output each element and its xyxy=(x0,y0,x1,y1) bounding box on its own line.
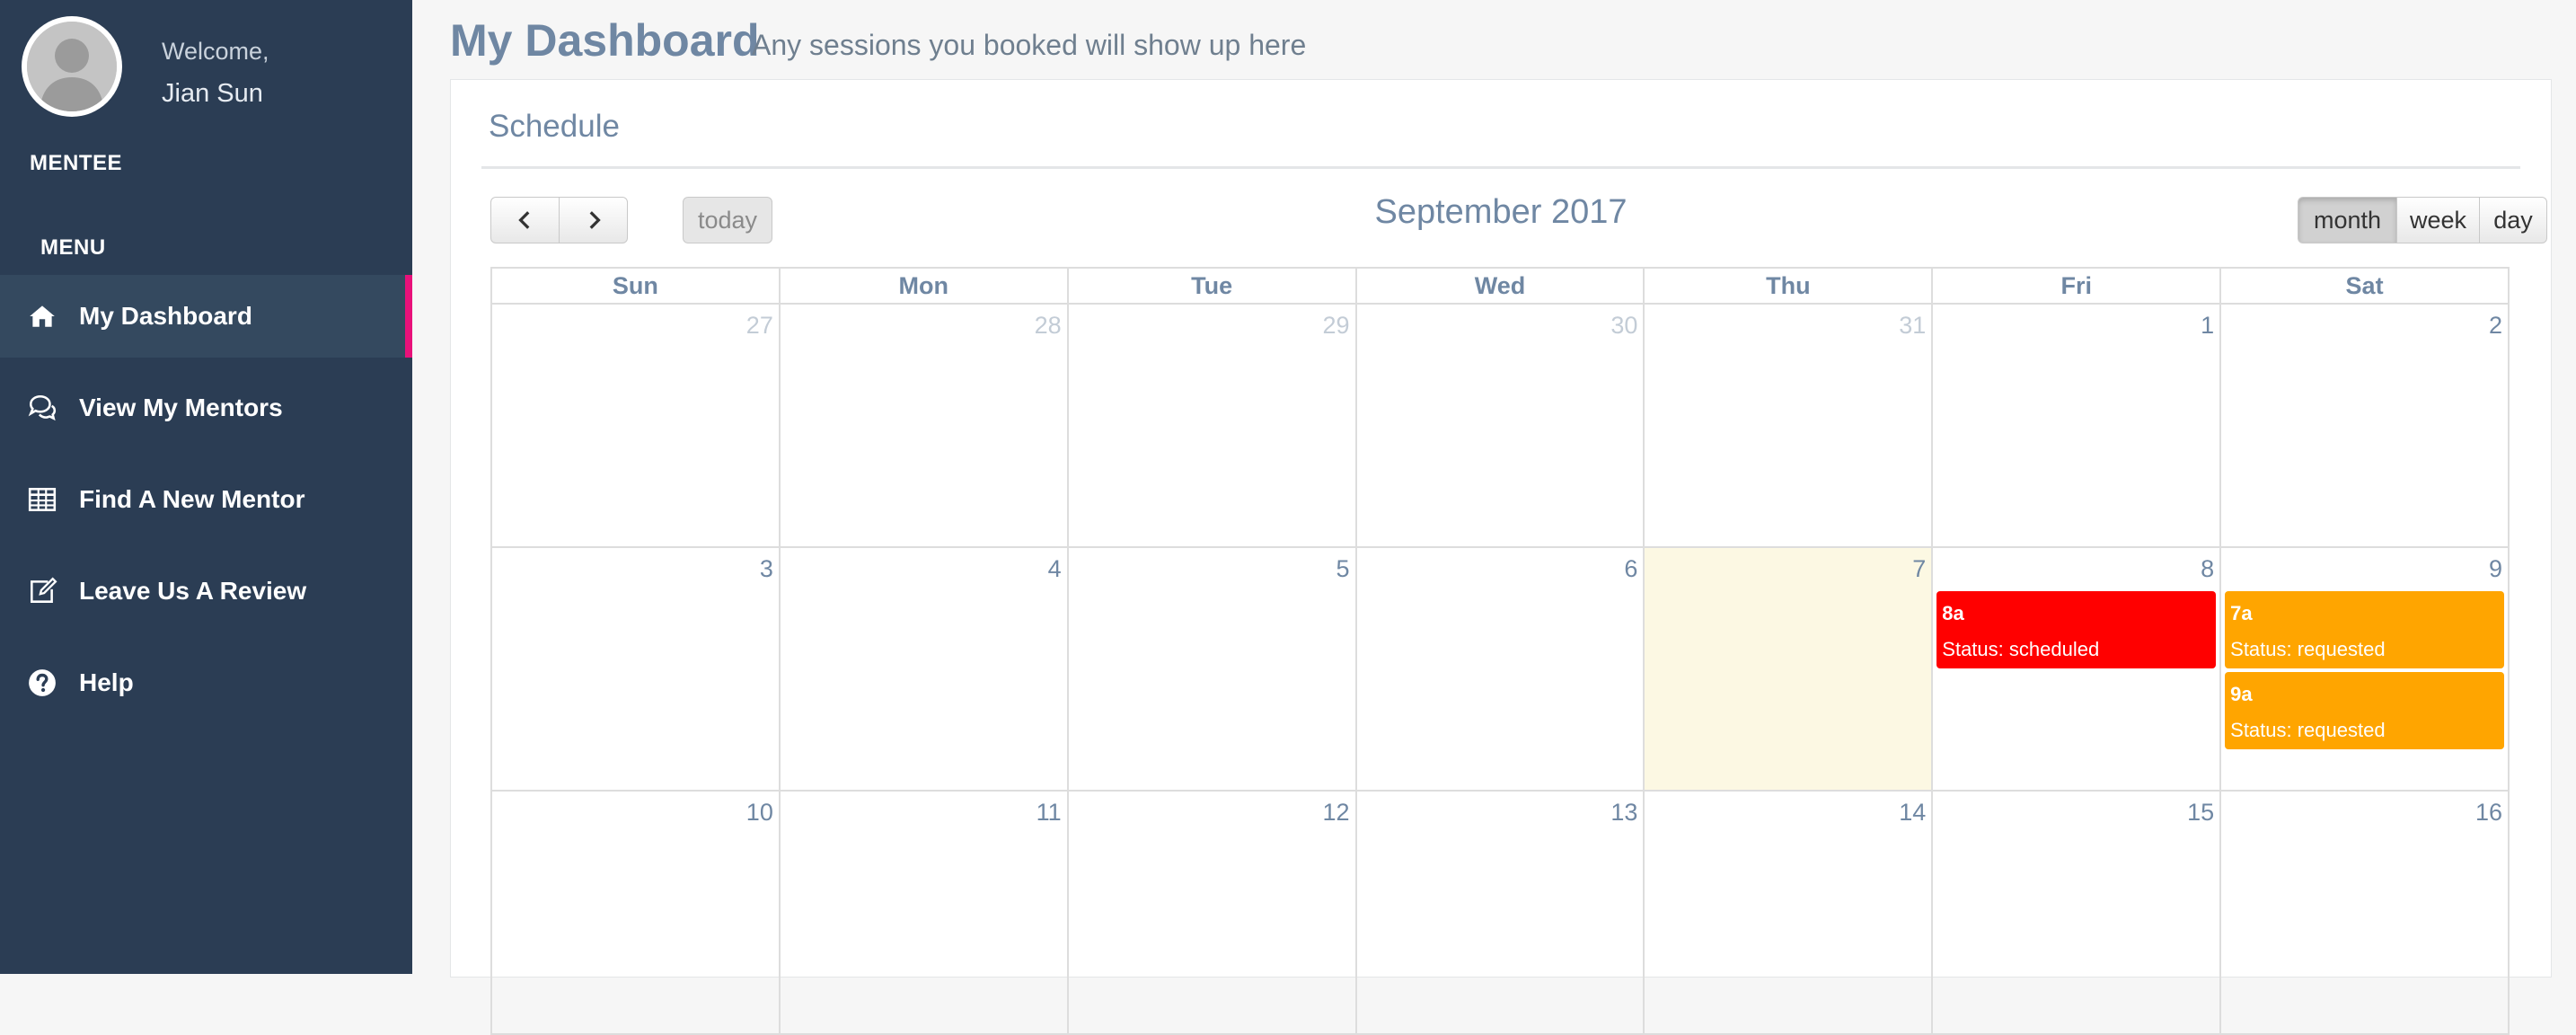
calendar-day[interactable]: 2 xyxy=(2221,305,2510,548)
event-status: Status: scheduled xyxy=(1942,638,2100,660)
day-number: 9 xyxy=(2488,555,2502,582)
edit-icon xyxy=(27,576,57,606)
day-view-button[interactable]: day xyxy=(2479,197,2547,243)
table-icon xyxy=(27,484,57,515)
day-number: 30 xyxy=(1610,312,1638,339)
event-status: Status: requested xyxy=(2230,638,2386,660)
weekday-label: Thu xyxy=(1645,269,1934,305)
calendar-day[interactable]: 16 xyxy=(2221,792,2510,1035)
calendar-title: September 2017 xyxy=(1374,193,1628,231)
calendar-day[interactable]: 31 xyxy=(1645,305,1934,548)
main-content: My Dashboard Any sessions you booked wil… xyxy=(412,0,2576,1035)
day-number: 11 xyxy=(1036,799,1062,826)
day-number: 1 xyxy=(2201,312,2215,339)
calendar-day[interactable]: 11 xyxy=(780,792,1069,1035)
day-number: 10 xyxy=(745,799,773,826)
day-number: 31 xyxy=(1899,312,1927,339)
sidebar-item-label: Leave Us A Review xyxy=(79,577,307,605)
weekday-label: Tue xyxy=(1068,269,1357,305)
question-circle-icon xyxy=(27,668,57,698)
weekday-label: Wed xyxy=(1356,269,1645,305)
calendar-week: 3 4 5 6 7 8 8a Status: scheduled 9 7a St xyxy=(492,548,2510,792)
day-number: 28 xyxy=(1034,312,1062,339)
day-number: 16 xyxy=(2475,799,2502,826)
avatar[interactable] xyxy=(22,16,122,117)
weekday-label: Sat xyxy=(2221,269,2510,305)
day-number: 4 xyxy=(1047,555,1062,582)
event-time: 8a xyxy=(1942,602,1964,624)
sidebar-item-help[interactable]: Help xyxy=(0,641,412,724)
schedule-panel: Schedule today September 2017 month week… xyxy=(450,79,2552,1035)
panel-title: Schedule xyxy=(489,109,620,144)
calendar-day[interactable]: 15 xyxy=(1933,792,2222,1035)
weekday-label: Mon xyxy=(780,269,1069,305)
day-number: 12 xyxy=(1322,799,1350,826)
calendar-week: 10 11 12 13 14 15 16 xyxy=(492,792,2510,1035)
user-role: MENTEE xyxy=(30,151,123,175)
calendar-event[interactable]: 7a Status: requested xyxy=(2225,591,2504,668)
event-time: 9a xyxy=(2230,683,2253,705)
sidebar-item-my-dashboard[interactable]: My Dashboard xyxy=(0,275,412,358)
day-number: 3 xyxy=(759,555,773,582)
day-number: 5 xyxy=(1336,555,1350,582)
weekday-label: Fri xyxy=(1933,269,2222,305)
day-number: 14 xyxy=(1899,799,1927,826)
event-time: 7a xyxy=(2230,602,2253,624)
calendar-day[interactable]: 6 xyxy=(1356,548,1645,792)
calendar-day[interactable]: 8 8a Status: scheduled xyxy=(1933,548,2222,792)
weekday-label: Sun xyxy=(492,269,781,305)
calendar-day[interactable]: 14 xyxy=(1645,792,1934,1035)
sidebar-item-view-my-mentors[interactable]: View My Mentors xyxy=(0,367,412,449)
calendar-day[interactable]: 1 xyxy=(1933,305,2222,548)
week-view-button[interactable]: week xyxy=(2396,197,2480,243)
user-name: Jian Sun xyxy=(162,79,263,108)
day-number: 8 xyxy=(2201,555,2215,582)
sidebar-item-label: My Dashboard xyxy=(79,302,252,330)
welcome-text: Welcome, xyxy=(162,38,269,65)
page-subtitle: Any sessions you booked will show up her… xyxy=(752,29,1307,61)
calendar-day[interactable]: 4 xyxy=(780,548,1069,792)
calendar-day[interactable]: 27 xyxy=(492,305,781,548)
calendar-day[interactable]: 29 xyxy=(1068,305,1357,548)
event-status: Status: requested xyxy=(2230,719,2386,741)
calendar-day[interactable]: 13 xyxy=(1356,792,1645,1035)
calendar-day[interactable]: 5 xyxy=(1068,548,1357,792)
divider xyxy=(481,166,2520,169)
sidebar-item-leave-us-a-review[interactable]: Leave Us A Review xyxy=(0,550,412,632)
sidebar-item-label: Help xyxy=(79,668,134,696)
calendar-event[interactable]: 8a Status: scheduled xyxy=(1936,591,2217,668)
page-title: My Dashboard xyxy=(450,15,760,66)
comments-icon xyxy=(27,393,57,423)
calendar-day[interactable]: 12 xyxy=(1068,792,1357,1035)
calendar-day[interactable]: 3 xyxy=(492,548,781,792)
calendar-day[interactable]: 30 xyxy=(1356,305,1645,548)
sidebar: Welcome, Jian Sun MENTEE MENU My Dashboa… xyxy=(0,0,412,974)
sidebar-item-label: View My Mentors xyxy=(79,394,283,421)
day-number: 13 xyxy=(1610,799,1638,826)
day-number: 27 xyxy=(745,312,773,339)
day-number: 6 xyxy=(1624,555,1638,582)
calendar-day-today[interactable]: 7 xyxy=(1645,548,1934,792)
month-view-button[interactable]: month xyxy=(2298,197,2397,243)
home-icon xyxy=(27,301,57,332)
menu-heading: MENU xyxy=(40,235,106,260)
calendar-week: 27 28 29 30 31 1 2 xyxy=(492,305,2510,548)
calendar-day[interactable]: 10 xyxy=(492,792,781,1035)
day-number: 15 xyxy=(2187,799,2215,826)
day-number: 29 xyxy=(1322,312,1350,339)
calendar-event[interactable]: 9a Status: requested xyxy=(2225,672,2504,749)
sidebar-item-find-a-new-mentor[interactable]: Find A New Mentor xyxy=(0,458,412,541)
calendar-day[interactable]: 28 xyxy=(780,305,1069,548)
sidebar-nav: My Dashboard View My Mentors Find A New … xyxy=(0,275,412,733)
day-number: 2 xyxy=(2488,312,2502,339)
sidebar-item-label: Find A New Mentor xyxy=(79,485,305,513)
calendar-grid: Sun Mon Tue Wed Thu Fri Sat 27 28 29 30 … xyxy=(490,267,2510,1035)
day-number: 7 xyxy=(1912,555,1927,582)
calendar-day[interactable]: 9 7a Status: requested 9a Status: reques… xyxy=(2221,548,2510,792)
user-silhouette-icon xyxy=(27,22,117,111)
weekday-header: Sun Mon Tue Wed Thu Fri Sat xyxy=(492,269,2510,305)
